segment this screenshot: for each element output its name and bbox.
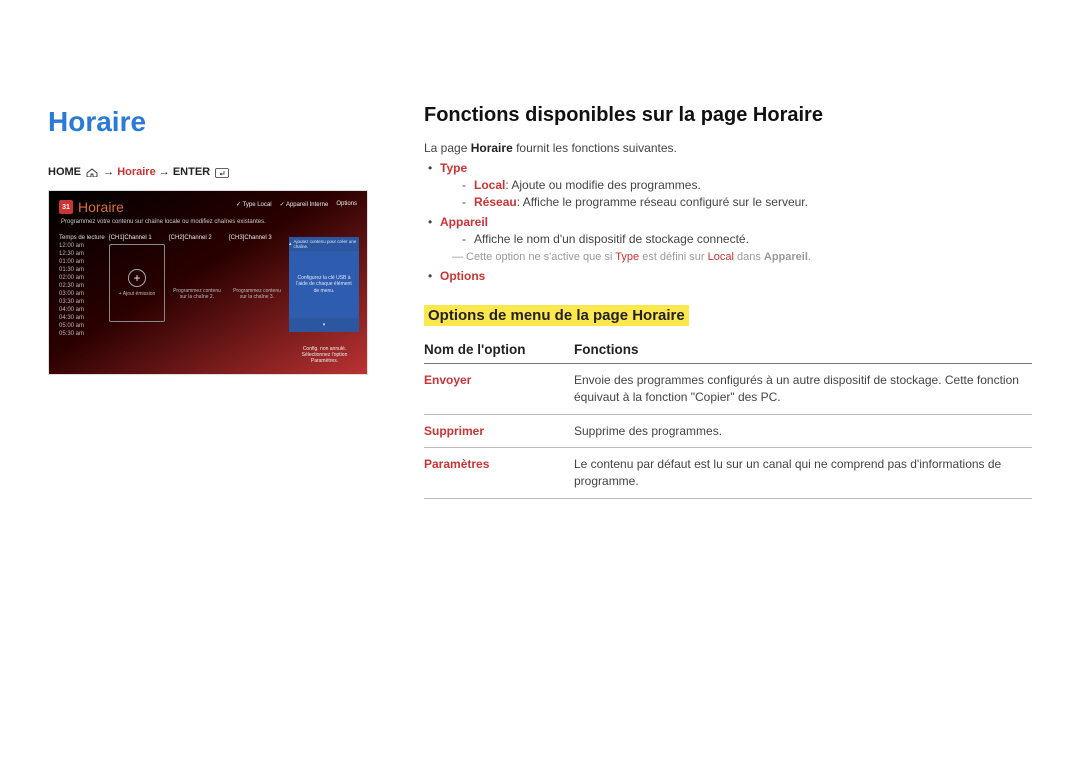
thumb-channel-2: [CH2]Channel 2 Programmez contenu sur la… (169, 235, 225, 366)
sub-local: Local: Ajoute ou modifie des programmes. (462, 178, 1032, 192)
thumb-popup: ▴ Ajoutez contenu pour créer une chaîne.… (289, 237, 359, 332)
page-title: Horaire (48, 106, 388, 138)
breadcrumb-arrow: → (159, 166, 173, 178)
thumb-popup-caption: Config. non annulé. Sélectionnez l'optio… (292, 346, 357, 364)
plus-icon: + (128, 269, 146, 287)
breadcrumb: HOME → Horaire → ENTER (48, 166, 388, 178)
th-func: Fonctions (574, 336, 1032, 364)
thumb-title: Horaire (78, 199, 124, 215)
thumb-time-column: Temps de lecture 12:00 am 12:30 am 01:00… (59, 235, 105, 366)
sub-reseau: Réseau: Affiche le programme réseau conf… (462, 195, 1032, 209)
thumb-subtitle: Programmez votre contenu sur chaîne loca… (61, 219, 266, 225)
table-row: Paramètres Le contenu par défaut est lu … (424, 448, 1032, 499)
thumb-top-menu: ✓ Type Local ✓ Appareil Interne Options (236, 201, 357, 208)
table-row: Envoyer Envoie des programmes configurés… (424, 364, 1032, 415)
breadcrumb-arrow: → (103, 166, 117, 178)
thumb-channel-1: [CH1]Channel 1 + + Ajout émission (109, 235, 165, 366)
chevron-down-icon: ▾ (289, 318, 359, 332)
breadcrumb-home: HOME (48, 166, 81, 178)
th-name: Nom de l'option (424, 336, 574, 364)
thumb-channel-3: [CH3]Channel 3 Programmez contenu sur la… (229, 235, 285, 366)
breadcrumb-current: Horaire (117, 166, 156, 178)
home-icon (86, 168, 98, 177)
bullet-options: Options (424, 269, 1032, 283)
enter-icon (215, 168, 227, 177)
screenshot-thumbnail: 31 Horaire ✓ Type Local ✓ Appareil Inter… (48, 190, 368, 375)
table-row: Supprimer Supprime des programmes. (424, 414, 1032, 448)
breadcrumb-enter: ENTER (173, 166, 210, 178)
intro-text: La page Horaire fournit les fonctions su… (424, 141, 1032, 155)
bullet-type: Type Local: Ajoute ou modifie des progra… (424, 161, 1032, 209)
options-table: Nom de l'option Fonctions Envoyer Envoie… (424, 336, 1032, 499)
calendar-icon: 31 (59, 200, 73, 214)
subsection-heading: Options de menu de la page Horaire (424, 305, 689, 326)
sub-appareil: Affiche le nom d'un dispositif de stocka… (462, 232, 1032, 246)
note-line: Cette option ne s'active que si Type est… (440, 251, 1032, 263)
chevron-up-icon: ▴ Ajoutez contenu pour créer une chaîne. (289, 237, 359, 251)
bullet-appareil: Appareil Affiche le nom d'un dispositif … (424, 215, 1032, 263)
section-heading: Fonctions disponibles sur la page Horair… (424, 104, 1032, 127)
